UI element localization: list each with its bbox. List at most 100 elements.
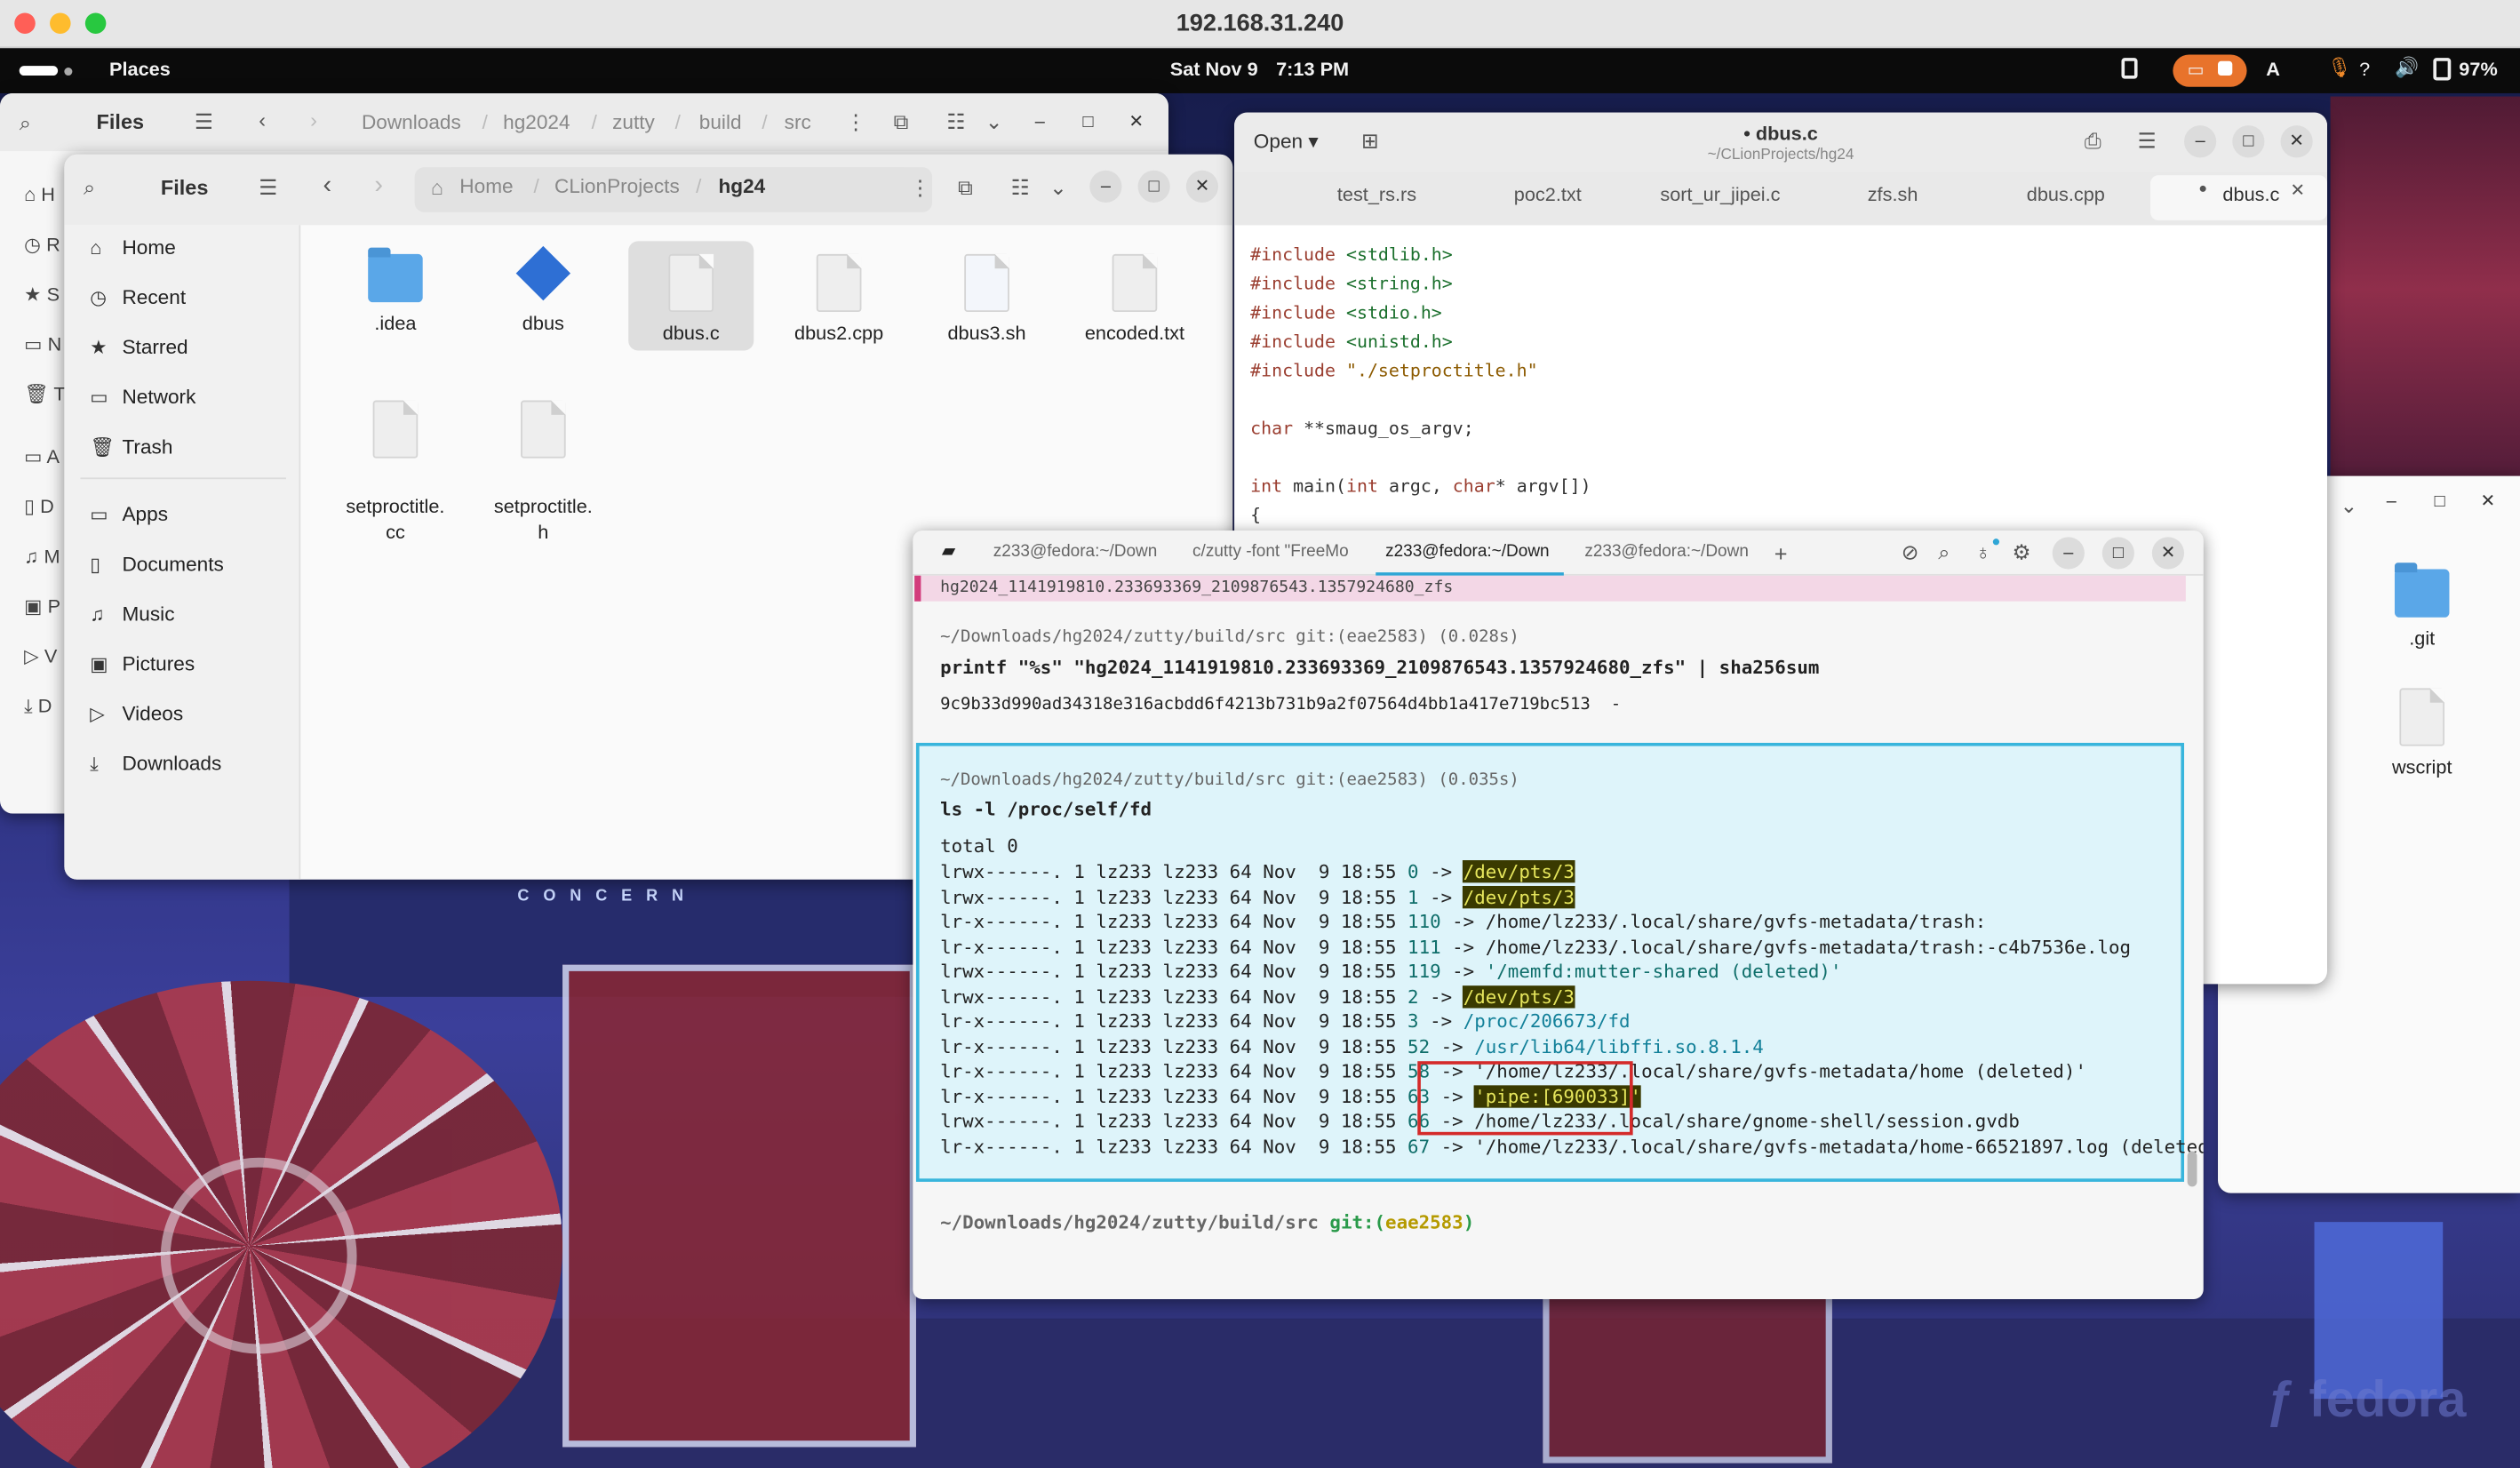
new-tab-plus-icon[interactable]: + [1774,542,1788,564]
tab-dbus-c[interactable]: dbus.c [2222,183,2279,205]
volume-icon[interactable]: 🔊 [2395,56,2419,78]
code-line[interactable]: #include <stdlib.h> [1250,244,1453,266]
code-line[interactable]: int main(int argc, char* argv[]) [1250,476,1591,498]
sidebar-item-apps[interactable]: ▭ Apps [90,497,168,532]
chevron-down-icon[interactable]: ⌄ [2340,495,2357,516]
maximize-button[interactable]: □ [2232,125,2265,158]
chevron-down-icon[interactable]: ⌄ [985,111,1003,132]
tab-zfs[interactable]: zfs.sh [1868,183,1918,205]
terminal-tab-1[interactable]: z233@fedora:~/Down [993,542,1158,562]
sidebar-item-recent[interactable]: ◷ Recent [90,280,186,315]
sidebar-letter[interactable]: ★ S [24,270,65,320]
tab-dbus-cpp[interactable]: dbus.cpp [2027,183,2105,205]
search-icon[interactable]: ⌕ [84,177,95,198]
terminal-tab-4[interactable]: z233@fedora:~/Down [1584,542,1749,562]
microphone-icon[interactable]: 🎙 [2327,56,2352,78]
menu-icon[interactable]: ☰ [2138,131,2157,152]
sidebar-item-pictures[interactable]: ▣ Pictures [90,646,195,682]
file-item-idea[interactable]: .idea [330,247,461,334]
sidebar-item-documents[interactable]: ▯ Documents [90,547,224,582]
activities-pill-icon[interactable] [19,66,59,76]
maximize-button[interactable]: □ [2424,485,2456,517]
file-item-dbus2-cpp[interactable]: dbus2.cpp [773,253,905,344]
menu-icon[interactable]: ☰ [195,111,213,132]
save-document-icon[interactable]: ⎙ [2085,131,2101,152]
lightbulb-icon[interactable]: ♁ [1975,542,1991,563]
file-item-setproctitle-h[interactable]: setproctitle. h [477,375,609,571]
terminal-tab-3-active[interactable]: z233@fedora:~/Down [1385,542,1550,562]
menu-icon[interactable]: ☰ [259,177,277,198]
view-list-icon[interactable]: ☷ [946,111,965,132]
code-line[interactable]: #include <stdio.h> [1250,302,1442,323]
search-icon[interactable]: ⌕ [20,113,31,134]
breadcrumb-build[interactable]: build [699,111,742,133]
file-item-wscript[interactable]: wscript [2357,688,2488,778]
code-line[interactable]: { [1250,505,1261,526]
tab-test-rs[interactable]: test_rs.rs [1337,183,1416,205]
file-item-setproctitle-cc[interactable]: setproctitle. cc [330,375,461,571]
sidebar-item-downloads[interactable]: ⤓ Downloads [90,746,221,782]
file-item-git[interactable]: .git [2357,562,2488,650]
breadcrumb-home[interactable]: Home [459,175,513,197]
breadcrumb-downloads[interactable]: Downloads [362,111,461,133]
minimize-button[interactable]: – [1024,106,1056,138]
view-list-icon[interactable]: ☷ [1011,177,1030,198]
close-button[interactable]: ✕ [1120,106,1152,138]
places-menu[interactable]: Places [109,58,171,80]
code-line[interactable]: #include <unistd.h> [1250,331,1453,353]
network-question-icon[interactable]: ? [2359,58,2370,80]
breadcrumb-hg2024[interactable]: hg2024 [503,111,570,133]
sidebar-letter[interactable]: ♫ M [24,532,65,582]
new-folder-icon[interactable]: ⧉ [894,111,909,132]
sidebar-letter[interactable]: ▷ V [24,632,65,682]
back-arrow-icon[interactable]: ‹ [259,109,266,131]
minimize-button[interactable]: – [2184,125,2217,158]
clipboard-icon[interactable] [2121,58,2138,79]
breadcrumb-hg24[interactable]: hg24 [718,175,765,197]
minimize-button[interactable]: – [2375,485,2407,517]
minimize-button[interactable]: – [2052,537,2085,570]
battery-icon[interactable] [2433,58,2452,81]
close-tab-icon[interactable]: ✕ [2290,182,2305,201]
sidebar-item-videos[interactable]: ▷ Videos [90,696,183,731]
file-item-dbus3-sh[interactable]: dbus3.sh [921,253,1052,344]
sidebar-letter[interactable]: ▣ P [24,582,65,632]
close-button[interactable]: ✕ [2151,537,2185,570]
screen-share-indicator[interactable]: ▭ [2173,54,2247,87]
breadcrumb-clionprojects[interactable]: CLionProjects [554,175,680,197]
chevron-down-icon[interactable]: ⌄ [1049,177,1067,198]
file-item-encoded-txt[interactable]: encoded.txt [1069,253,1200,344]
sidebar-item-home[interactable]: ⌂ Home [90,230,175,266]
close-button[interactable]: ✕ [1185,170,1218,203]
forward-arrow-icon[interactable]: › [310,109,317,131]
block2-command[interactable]: ls -l /proc/self/fd [940,797,1152,821]
gear-icon[interactable]: ⚙ [2012,542,2030,563]
current-prompt[interactable]: ~/Downloads/hg2024/zutty/build/src git:(… [940,1210,1474,1234]
minimize-button[interactable]: – [1089,170,1122,203]
code-line[interactable]: #include "./setproctitle.h" [1250,360,1537,381]
search-icon[interactable]: ⌕ [1938,542,1950,563]
back-arrow-icon[interactable]: ‹ [323,173,332,199]
eye-off-icon[interactable]: ⊘ [1902,542,1919,563]
file-item-dbus-c[interactable]: dbus.c [626,253,757,344]
terminal-tab-2[interactable]: c/zutty -font "FreeMo [1192,542,1349,562]
sidebar-item-starred[interactable]: ★ Starred [90,330,187,365]
maximize-button[interactable]: □ [1072,106,1104,138]
terminal-window[interactable]: ▰ z233@fedora:~/Down c/zutty -font "Free… [913,531,2204,1299]
terminal-app-icon[interactable]: ▰ [942,543,955,562]
maximize-button[interactable]: □ [1137,170,1170,203]
forward-arrow-icon[interactable]: › [374,173,383,199]
sidebar-item-music[interactable]: ♫ Music [90,596,174,632]
clock-date[interactable]: Sat Nov 9 [1170,58,1258,80]
sidebar-letter[interactable]: ▭ A [24,433,65,483]
maximize-button[interactable]: □ [2101,537,2134,570]
keyboard-layout[interactable]: A [2266,58,2280,80]
sidebar-letter[interactable]: 🗑 T [24,370,65,419]
code-line[interactable]: #include <string.h> [1250,274,1453,295]
close-button[interactable]: ✕ [2280,125,2313,158]
sidebar-letter[interactable]: ▯ D [24,483,65,532]
scrollbar-thumb[interactable] [2187,1151,2197,1187]
sidebar-item-network[interactable]: ▭ Network [90,379,195,415]
code-line[interactable]: char **smaug_os_argv; [1250,418,1474,439]
clock-time[interactable]: 7:13 PM [1276,58,1349,80]
